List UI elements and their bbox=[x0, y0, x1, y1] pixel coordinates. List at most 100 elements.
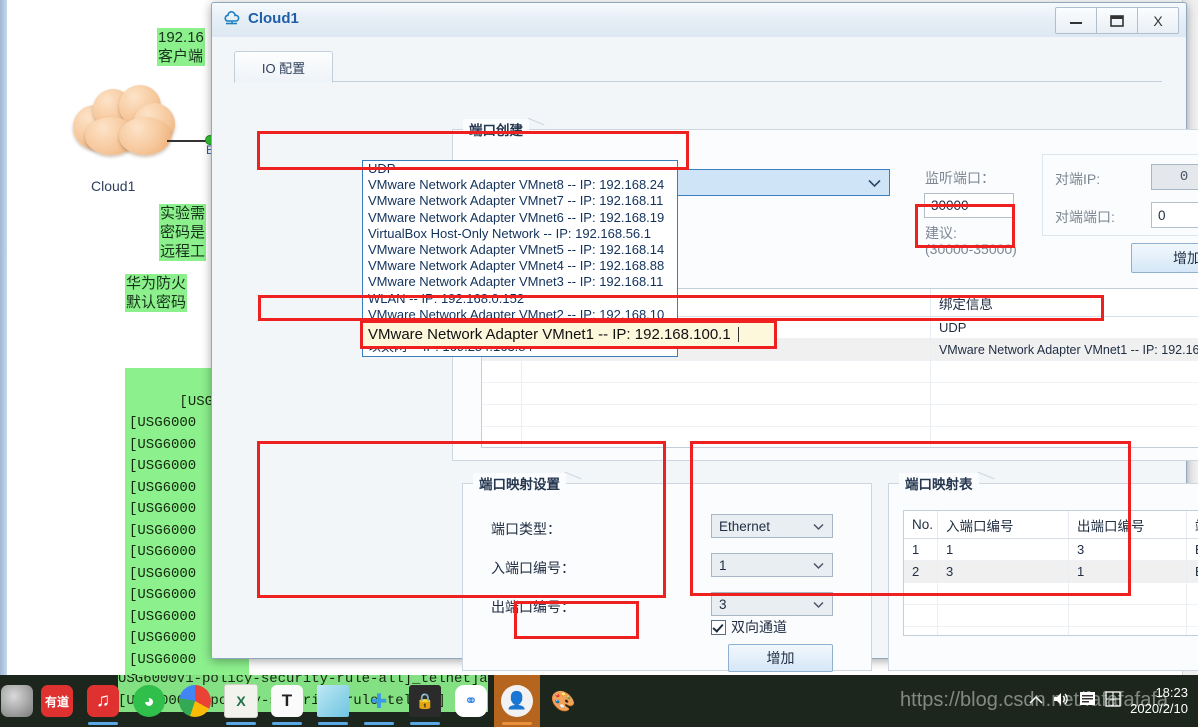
peer-panel: 对端IP: 0 . 0 . 0 . 0 对端端口: 0 修改 bbox=[1042, 154, 1198, 236]
dropdown-option[interactable]: VMware Network Adapter VMnet2 -- IP: 192… bbox=[363, 307, 677, 323]
chevron-down-icon bbox=[813, 558, 824, 573]
out-port-label: 出端口编号： bbox=[491, 599, 575, 615]
map-settings-title: 端口映射设置 bbox=[473, 473, 566, 493]
taskbar-item-user-avatar[interactable]: 👤 bbox=[494, 675, 540, 727]
map-port-type-value: Ethernet bbox=[719, 518, 771, 534]
binding-info-selected-option-overlay[interactable]: VMware Network Adapter VMnet1 -- IP: 192… bbox=[362, 322, 775, 347]
port-mapping-table-group: 端口映射表 No. 入端口编号 出端口编号 端口类型 1 1 3 Etherne… bbox=[888, 473, 1198, 671]
tab-io-config[interactable]: IO 配置 bbox=[234, 51, 333, 83]
dropdown-option[interactable]: VMware Network Adapter VMnet3 -- IP: 192… bbox=[363, 274, 677, 290]
col-in-port: 入端口编号 bbox=[938, 511, 1069, 538]
taskbar-item-security[interactable]: 🔒 bbox=[402, 675, 448, 727]
taskbar-item-chrome[interactable] bbox=[172, 675, 218, 727]
taskbar-item-paint[interactable]: 🎨 bbox=[540, 675, 586, 727]
dialog-title: Cloud1 bbox=[248, 10, 299, 27]
port-mapping-settings-group: 端口映射设置 端口类型： Ethernet 入端口编号： 1 出端口编号： 3 bbox=[462, 473, 872, 672]
dialog-body: IO 配置 端口创建 绑定信息： 警告： 端口类型： UDP 监听端口： 300… bbox=[212, 37, 1198, 672]
note-lab-requirement[interactable]: 实验需 密码是 远程工 bbox=[159, 204, 207, 261]
taskbar-item-netease-music[interactable]: ♫ bbox=[80, 675, 126, 727]
bidirectional-checkbox[interactable]: 双向通道 bbox=[711, 617, 787, 637]
table-row-empty: .... bbox=[904, 605, 1198, 627]
cell-in: 1 bbox=[938, 539, 1069, 561]
table-row-empty: ... bbox=[482, 405, 1198, 427]
table-row[interactable]: 2 3 1 Ethernet bbox=[904, 561, 1198, 583]
table-row-empty: ... bbox=[482, 383, 1198, 405]
note-huawei-firewall[interactable]: 华为防火 默认密码 bbox=[125, 274, 188, 312]
port-create-group-title: 端口创建 bbox=[463, 119, 529, 139]
minimize-icon bbox=[1070, 21, 1082, 24]
volume-icon[interactable] bbox=[1052, 691, 1070, 712]
table-row-empty: ... bbox=[482, 427, 1198, 447]
cell-no: 1 bbox=[904, 539, 938, 561]
out-port-value: 3 bbox=[719, 596, 727, 612]
clock-date: 2020/2/10 bbox=[1130, 701, 1188, 716]
col-no: No. bbox=[904, 511, 938, 538]
mapping-add-button[interactable]: 增加 bbox=[728, 644, 833, 672]
peer-ip-input[interactable]: 0 . 0 . 0 . 0 bbox=[1151, 164, 1198, 190]
taskbar-item-notepad[interactable] bbox=[310, 675, 356, 727]
port-add-button[interactable]: 增加 bbox=[1131, 243, 1198, 273]
chevron-down-icon bbox=[813, 519, 824, 534]
chevron-down-icon bbox=[868, 175, 881, 190]
taskbar-item-start[interactable] bbox=[0, 675, 34, 727]
window-buttons[interactable]: X bbox=[1055, 7, 1179, 34]
out-port-combo[interactable]: 3 bbox=[711, 592, 833, 616]
cell-out: 1 bbox=[1069, 561, 1187, 583]
taskbar-item-ensp[interactable]: ✚ bbox=[356, 675, 402, 727]
cell-out: 3 bbox=[1069, 539, 1187, 561]
dropdown-option[interactable]: WLAN -- IP: 192.168.0.152 bbox=[363, 291, 677, 307]
col-binding: 绑定信息 bbox=[938, 296, 993, 312]
close-button[interactable]: X bbox=[1137, 7, 1179, 34]
map-port-type-label: 端口类型： bbox=[491, 521, 561, 537]
maximize-icon bbox=[1110, 14, 1124, 27]
taskbar-item-baidu-netdisk[interactable]: ⚭ bbox=[448, 675, 494, 727]
in-port-combo[interactable]: 1 bbox=[711, 553, 833, 577]
dropdown-option[interactable]: VMware Network Adapter VMnet4 -- IP: 192… bbox=[363, 258, 677, 274]
taskbar-icon-strip[interactable]: 有道 ♫ ◕ X T ✚ 🔒 ⚭ 👤 🎨 bbox=[0, 675, 586, 727]
cell-in: 3 bbox=[938, 561, 1069, 583]
table-row-empty: ... bbox=[482, 361, 1198, 383]
listen-port-value: 30000 bbox=[931, 198, 969, 213]
cloud-node-icon[interactable] bbox=[67, 85, 179, 157]
maximize-button[interactable] bbox=[1096, 7, 1138, 34]
suggest-range: (30000-35000) bbox=[925, 241, 1017, 257]
mapping-table[interactable]: No. 入端口编号 出端口编号 端口类型 1 1 3 Ethernet 2 3 … bbox=[903, 510, 1198, 636]
map-port-type-combo[interactable]: Ethernet bbox=[711, 514, 833, 538]
cell-binding: UDP bbox=[930, 317, 1198, 339]
peer-port-label: 对端端口: bbox=[1055, 209, 1115, 225]
dropdown-option[interactable]: VMware Network Adapter VMnet5 -- IP: 192… bbox=[363, 242, 677, 258]
table-row[interactable]: 1 1 3 Ethernet bbox=[904, 539, 1198, 561]
ime-chinese-icon[interactable] bbox=[1105, 690, 1121, 712]
taskbar-item-wechat[interactable]: ◕ bbox=[126, 675, 172, 727]
dropdown-option[interactable]: VMware Network Adapter VMnet7 -- IP: 192… bbox=[363, 193, 677, 209]
taskbar-clock[interactable]: 18:23 2020/2/10 bbox=[1130, 685, 1188, 717]
dropdown-option[interactable]: VirtualBox Host-Only Network -- IP: 192.… bbox=[363, 226, 677, 242]
note-client-ip[interactable]: 192.16 客户端 bbox=[157, 28, 205, 66]
mapping-table-header: No. 入端口编号 出端口编号 端口类型 bbox=[904, 511, 1198, 539]
table-row-empty: .... bbox=[904, 627, 1198, 635]
taskbar[interactable]: USG6000V1-policy-security-rule-all]_teln… bbox=[0, 675, 1198, 727]
dialog-titlebar[interactable]: Cloud1 X bbox=[212, 3, 1186, 38]
table-row-empty: .... bbox=[904, 583, 1198, 605]
system-tray[interactable]: 18:23 2020/2/10 bbox=[1029, 675, 1188, 727]
peer-port-value: 0 bbox=[1158, 207, 1166, 223]
listen-port-input[interactable]: 30000 bbox=[924, 193, 1014, 218]
taskbar-item-tim[interactable]: T bbox=[264, 675, 310, 727]
taskbar-item-excel[interactable]: X bbox=[218, 675, 264, 727]
suggest-label: 建议: bbox=[925, 225, 957, 241]
clock-time: 18:23 bbox=[1155, 685, 1188, 700]
checkbox-icon[interactable] bbox=[711, 619, 726, 635]
peer-ip-value: 0 . 0 . 0 . 0 bbox=[1179, 169, 1198, 185]
ime-panel-icon[interactable] bbox=[1079, 691, 1096, 711]
chevron-down-icon bbox=[813, 597, 824, 612]
cell-type: Ethernet bbox=[1187, 539, 1198, 561]
text-caret bbox=[737, 327, 739, 342]
dropdown-option[interactable]: VMware Network Adapter VMnet6 -- IP: 192… bbox=[363, 210, 677, 226]
taskbar-item-youdao[interactable]: 有道 bbox=[34, 675, 80, 727]
chevron-up-icon[interactable] bbox=[1029, 692, 1043, 710]
dropdown-option[interactable]: UDP bbox=[363, 161, 677, 177]
dropdown-option[interactable]: VMware Network Adapter VMnet8 -- IP: 192… bbox=[363, 177, 677, 193]
minimize-button[interactable] bbox=[1055, 7, 1097, 34]
cell-binding: VMware Network Adapter VMnet1 -- IP: 192… bbox=[930, 339, 1198, 361]
peer-port-input[interactable]: 0 bbox=[1151, 202, 1198, 228]
